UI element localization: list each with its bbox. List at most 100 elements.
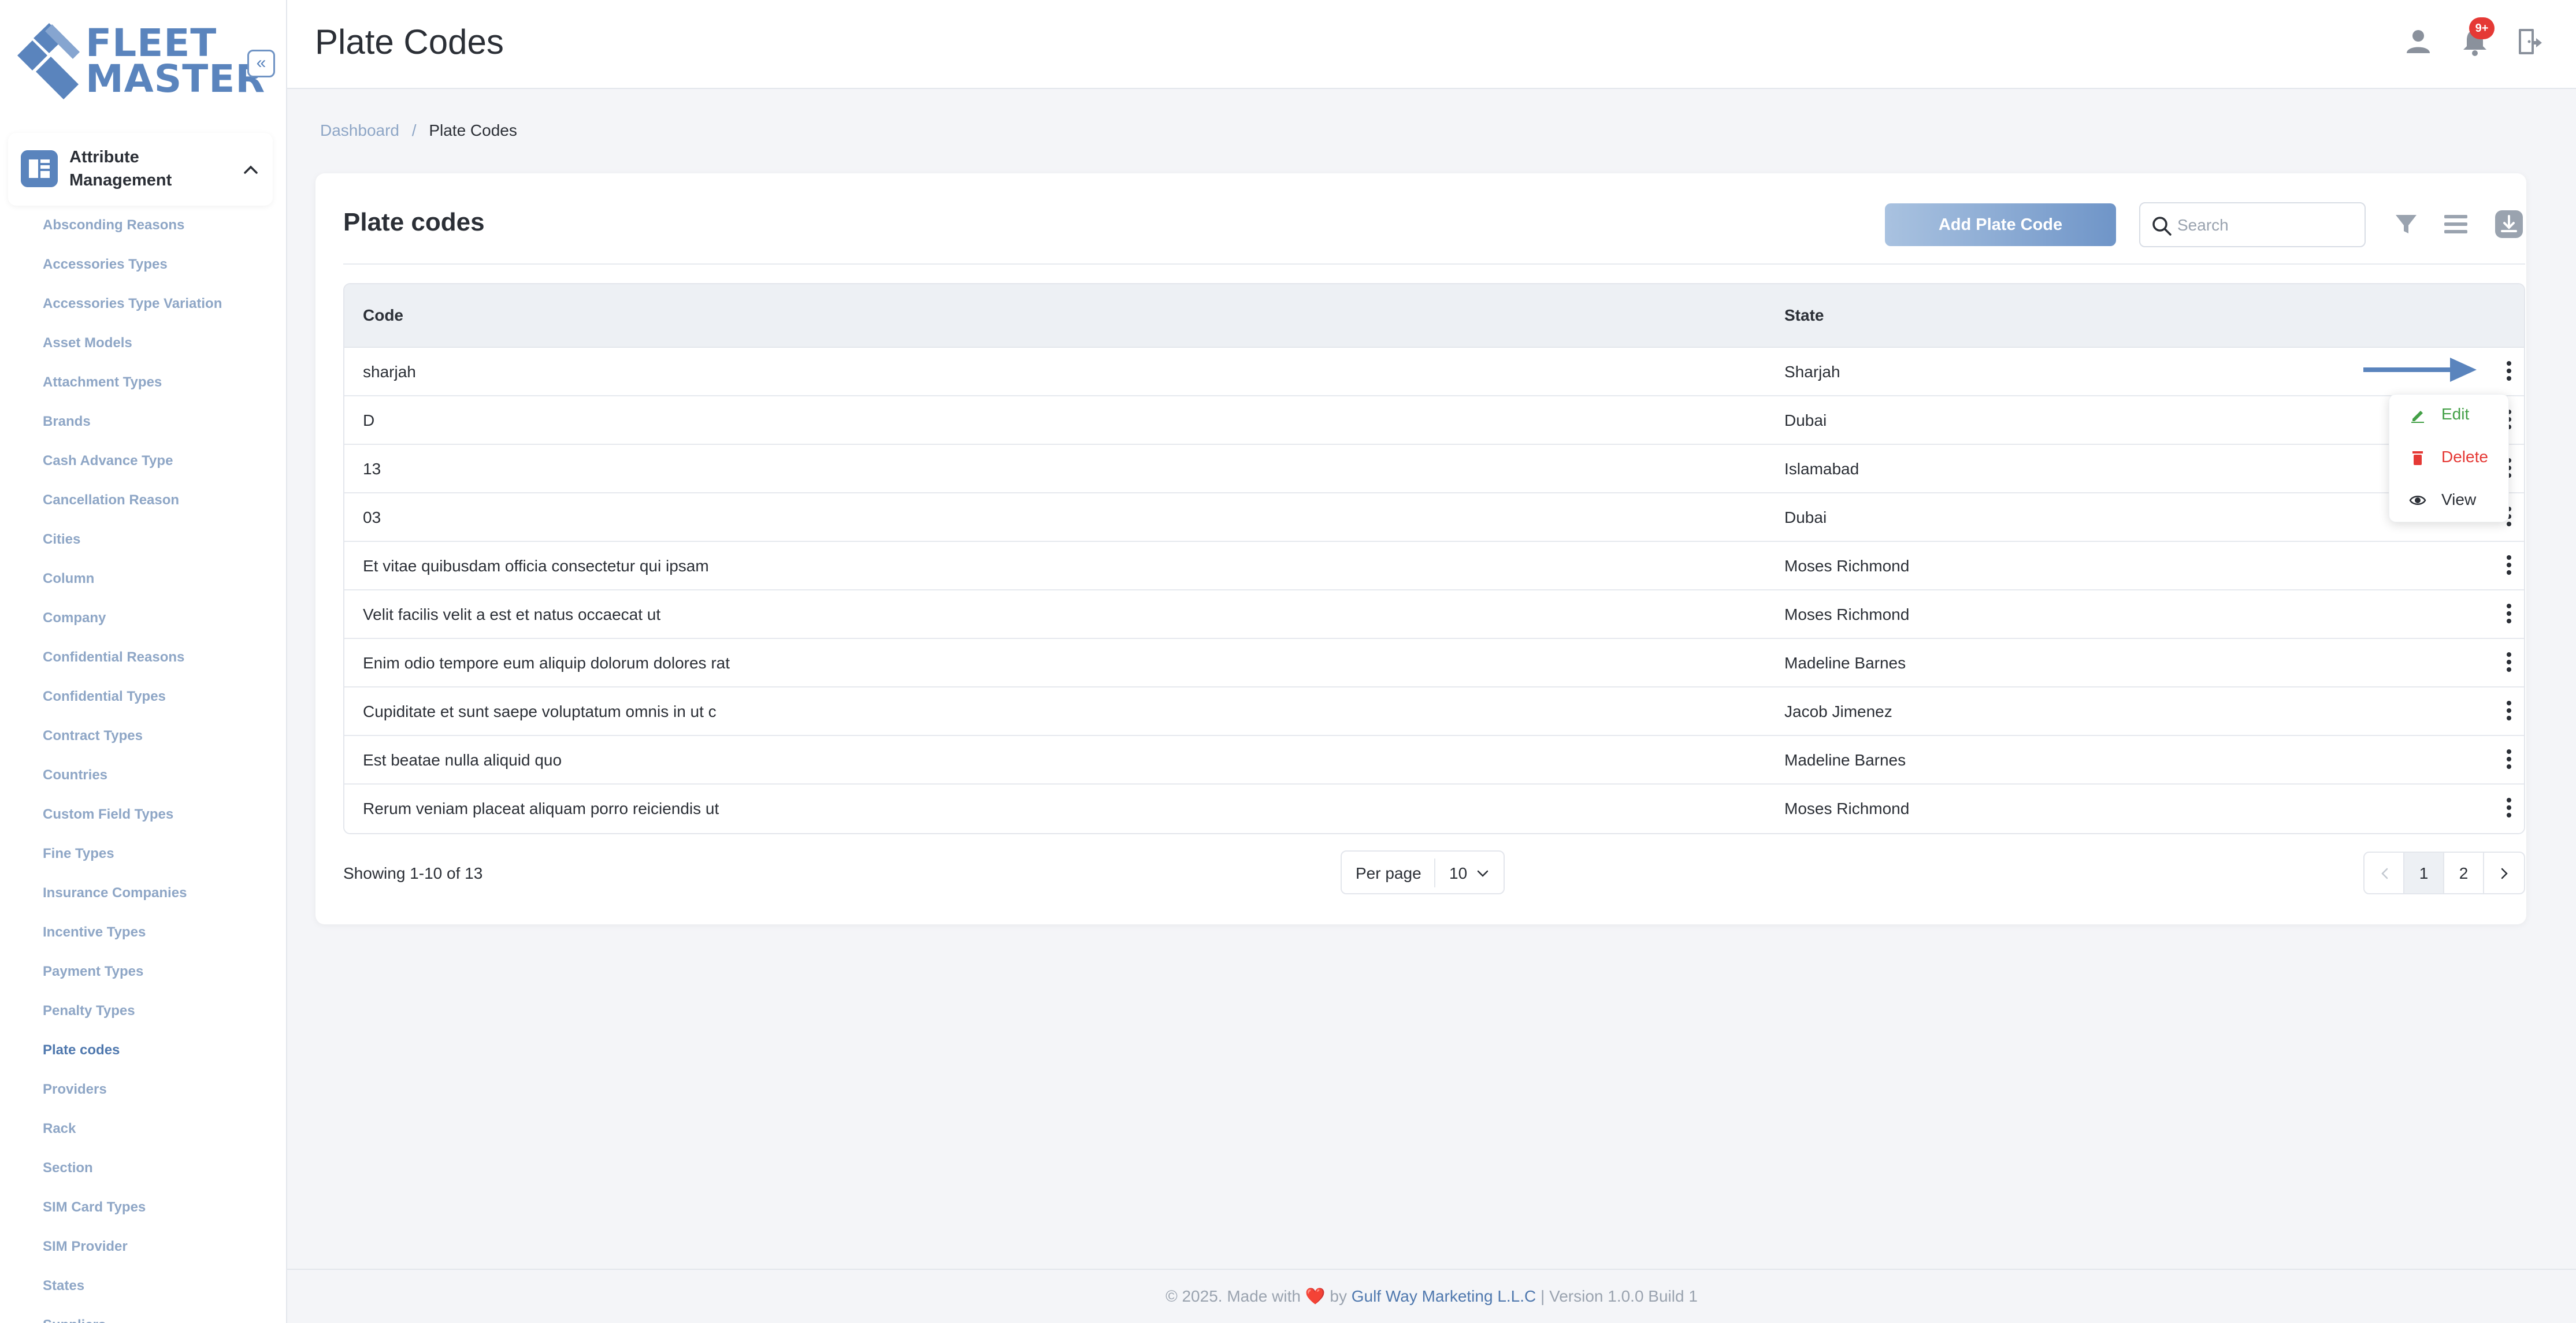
sidebar-item-company[interactable]: Company	[43, 607, 222, 646]
page-button-1[interactable]: 1	[2404, 853, 2444, 893]
collapse-sidebar-button[interactable]: «	[247, 50, 275, 77]
sidebar-item-accessories-types[interactable]: Accessories Types	[43, 253, 222, 292]
footer-company-link[interactable]: Gulf Way Marketing L.L.C	[1352, 1287, 1536, 1305]
sidebar-item-asset-models[interactable]: Asset Models	[43, 332, 222, 371]
sidebar-group-attribute-management[interactable]: Attribute Management	[8, 133, 273, 206]
row-actions-kebab-icon[interactable]	[2502, 649, 2516, 677]
sidebar-item-insurance-companies[interactable]: Insurance Companies	[43, 882, 222, 921]
sidebar-item-providers[interactable]: Providers	[43, 1078, 222, 1117]
breadcrumb-current: Plate Codes	[429, 121, 517, 139]
sidebar-item-confidential-reasons[interactable]: Confidential Reasons	[43, 646, 222, 685]
sidebar-item-rack[interactable]: Rack	[43, 1117, 222, 1157]
card-title: Plate codes	[343, 208, 485, 236]
cell-code: Enim odio tempore eum aliquip dolorum do…	[363, 654, 730, 672]
column-header-state[interactable]: State	[1784, 306, 1824, 325]
table-row[interactable]: Cupiditate et sunt saepe voluptatum omni…	[344, 687, 2524, 736]
trash-icon	[2412, 451, 2423, 465]
row-actions-kebab-icon[interactable]	[2502, 601, 2516, 629]
row-actions-kebab-icon[interactable]	[2502, 746, 2516, 774]
sidebar-item-cities[interactable]: Cities	[43, 528, 222, 567]
sidebar-item-custom-field-types[interactable]: Custom Field Types	[43, 803, 222, 842]
table-row[interactable]: Enim odio tempore eum aliquip dolorum do…	[344, 639, 2524, 687]
chevron-down-icon	[1477, 870, 1489, 877]
table-row[interactable]: Et vitae quibusdam officia consectetur q…	[344, 542, 2524, 590]
cell-code: Rerum veniam placeat aliquam porro reici…	[363, 800, 719, 817]
sidebar-item-countries[interactable]: Countries	[43, 764, 222, 803]
table-row[interactable]: Velit facilis velit a est et natus occae…	[344, 590, 2524, 639]
menu-item-view-label: View	[2441, 490, 2477, 508]
row-actions-kebab-icon[interactable]	[2502, 552, 2516, 580]
breadcrumb-dashboard-link[interactable]: Dashboard	[320, 121, 399, 139]
logo-line-1: FLEET	[86, 21, 217, 65]
columns-list-icon[interactable]	[2440, 208, 2472, 240]
cell-code: sharjah	[363, 363, 416, 381]
cell-state: Moses Richmond	[1784, 800, 1910, 817]
cell-code: Et vitae quibusdam officia consectetur q…	[363, 557, 709, 575]
cell-state: Islamabad	[1784, 460, 1859, 478]
sidebar-item-absconding-reasons[interactable]: Absconding Reasons	[43, 214, 222, 253]
logo-wordmark: FLEET MASTER	[86, 21, 266, 101]
table-row[interactable]: sharjah Sharjah	[344, 348, 2524, 396]
sidebar-item-payment-types[interactable]: Payment Types	[43, 960, 222, 999]
table-row[interactable]: Rerum veniam placeat aliquam porro reici…	[344, 785, 2524, 833]
sidebar-item-confidential-types[interactable]: Confidential Types	[43, 685, 222, 724]
sidebar-item-accessories-type-variation[interactable]: Accessories Type Variation	[43, 292, 222, 332]
cell-state: Dubai	[1784, 508, 1827, 526]
sidebar-item-contract-types[interactable]: Contract Types	[43, 724, 222, 764]
cell-state: Moses Richmond	[1784, 557, 1910, 575]
breadcrumb: Dashboard / Plate Codes	[320, 121, 517, 140]
logo-line-2: MASTER	[86, 57, 266, 101]
eye-icon	[2409, 496, 2426, 505]
footer-prefix: © 2025. Made with	[1165, 1287, 1301, 1305]
table-row[interactable]: Est beatae nulla aliquid quo Madeline Bar…	[344, 736, 2524, 785]
table-row[interactable]: 03 Dubai	[344, 493, 2524, 542]
sidebar-item-incentive-types[interactable]: Incentive Types	[43, 921, 222, 960]
user-icon[interactable]	[2402, 25, 2434, 58]
sidebar-item-sim-card-types[interactable]: SIM Card Types	[43, 1196, 222, 1235]
menu-item-delete-label: Delete	[2441, 448, 2488, 466]
prev-page-button[interactable]	[2365, 853, 2404, 893]
search-input[interactable]	[2177, 213, 2356, 238]
app-logo[interactable]: FLEET MASTER	[17, 22, 265, 103]
logo-mark-icon	[17, 23, 80, 99]
sidebar-item-attachment-types[interactable]: Attachment Types	[43, 371, 222, 410]
sidebar-item-column[interactable]: Column	[43, 567, 222, 607]
column-header-code[interactable]: Code	[363, 306, 403, 325]
logout-icon[interactable]	[2514, 25, 2547, 58]
per-page-select[interactable]: Per page 10	[1341, 850, 1505, 894]
row-actions-menu: Edit Delete View	[2389, 394, 2509, 522]
pointer-arrow-icon	[2363, 358, 2477, 382]
showing-count: Showing 1-10 of 13	[343, 864, 483, 882]
sidebar-item-suppliers[interactable]: Suppliers	[43, 1314, 222, 1323]
filter-icon[interactable]	[2390, 208, 2422, 240]
sidebar-item-cash-advance-type[interactable]: Cash Advance Type	[43, 449, 222, 489]
cell-code: D	[363, 411, 375, 429]
row-actions-kebab-icon[interactable]	[2502, 358, 2516, 386]
cell-code: 03	[363, 508, 381, 526]
sidebar-item-cancellation-reason[interactable]: Cancellation Reason	[43, 489, 222, 528]
sidebar-item-fine-types[interactable]: Fine Types	[43, 842, 222, 882]
sidebar-group-title: Attribute Management	[69, 148, 172, 189]
cell-state: Madeline Barnes	[1784, 654, 1906, 672]
table-row[interactable]: D Dubai	[344, 396, 2524, 445]
row-actions-kebab-icon[interactable]	[2502, 698, 2516, 726]
heart-icon: ❤️	[1305, 1287, 1326, 1305]
sidebar-item-section[interactable]: Section	[43, 1157, 222, 1196]
chevron-left-icon	[2381, 868, 2388, 879]
sidebar-item-brands[interactable]: Brands	[43, 410, 222, 449]
page-button-2[interactable]: 2	[2444, 853, 2484, 893]
next-page-button[interactable]	[2484, 853, 2524, 893]
sidebar-item-states[interactable]: States	[43, 1274, 222, 1314]
pencil-icon	[2411, 411, 2424, 423]
sidebar-item-plate-codes[interactable]: Plate codes	[43, 1039, 222, 1078]
row-actions-kebab-icon[interactable]	[2502, 795, 2516, 823]
table-row[interactable]: 13 Islamabad	[344, 445, 2524, 493]
per-page-label: Per page	[1356, 864, 1421, 882]
sidebar-item-penalty-types[interactable]: Penalty Types	[43, 999, 222, 1039]
cell-code: Velit facilis velit a est et natus occae…	[363, 605, 661, 623]
add-plate-code-button[interactable]: Add Plate Code	[1885, 203, 2116, 246]
sidebar-item-sim-provider[interactable]: SIM Provider	[43, 1235, 222, 1274]
per-page-value: 10	[1449, 864, 1468, 882]
download-icon[interactable]	[2493, 208, 2525, 240]
footer-version: | Version 1.0.0 Build 1	[1541, 1287, 1698, 1305]
